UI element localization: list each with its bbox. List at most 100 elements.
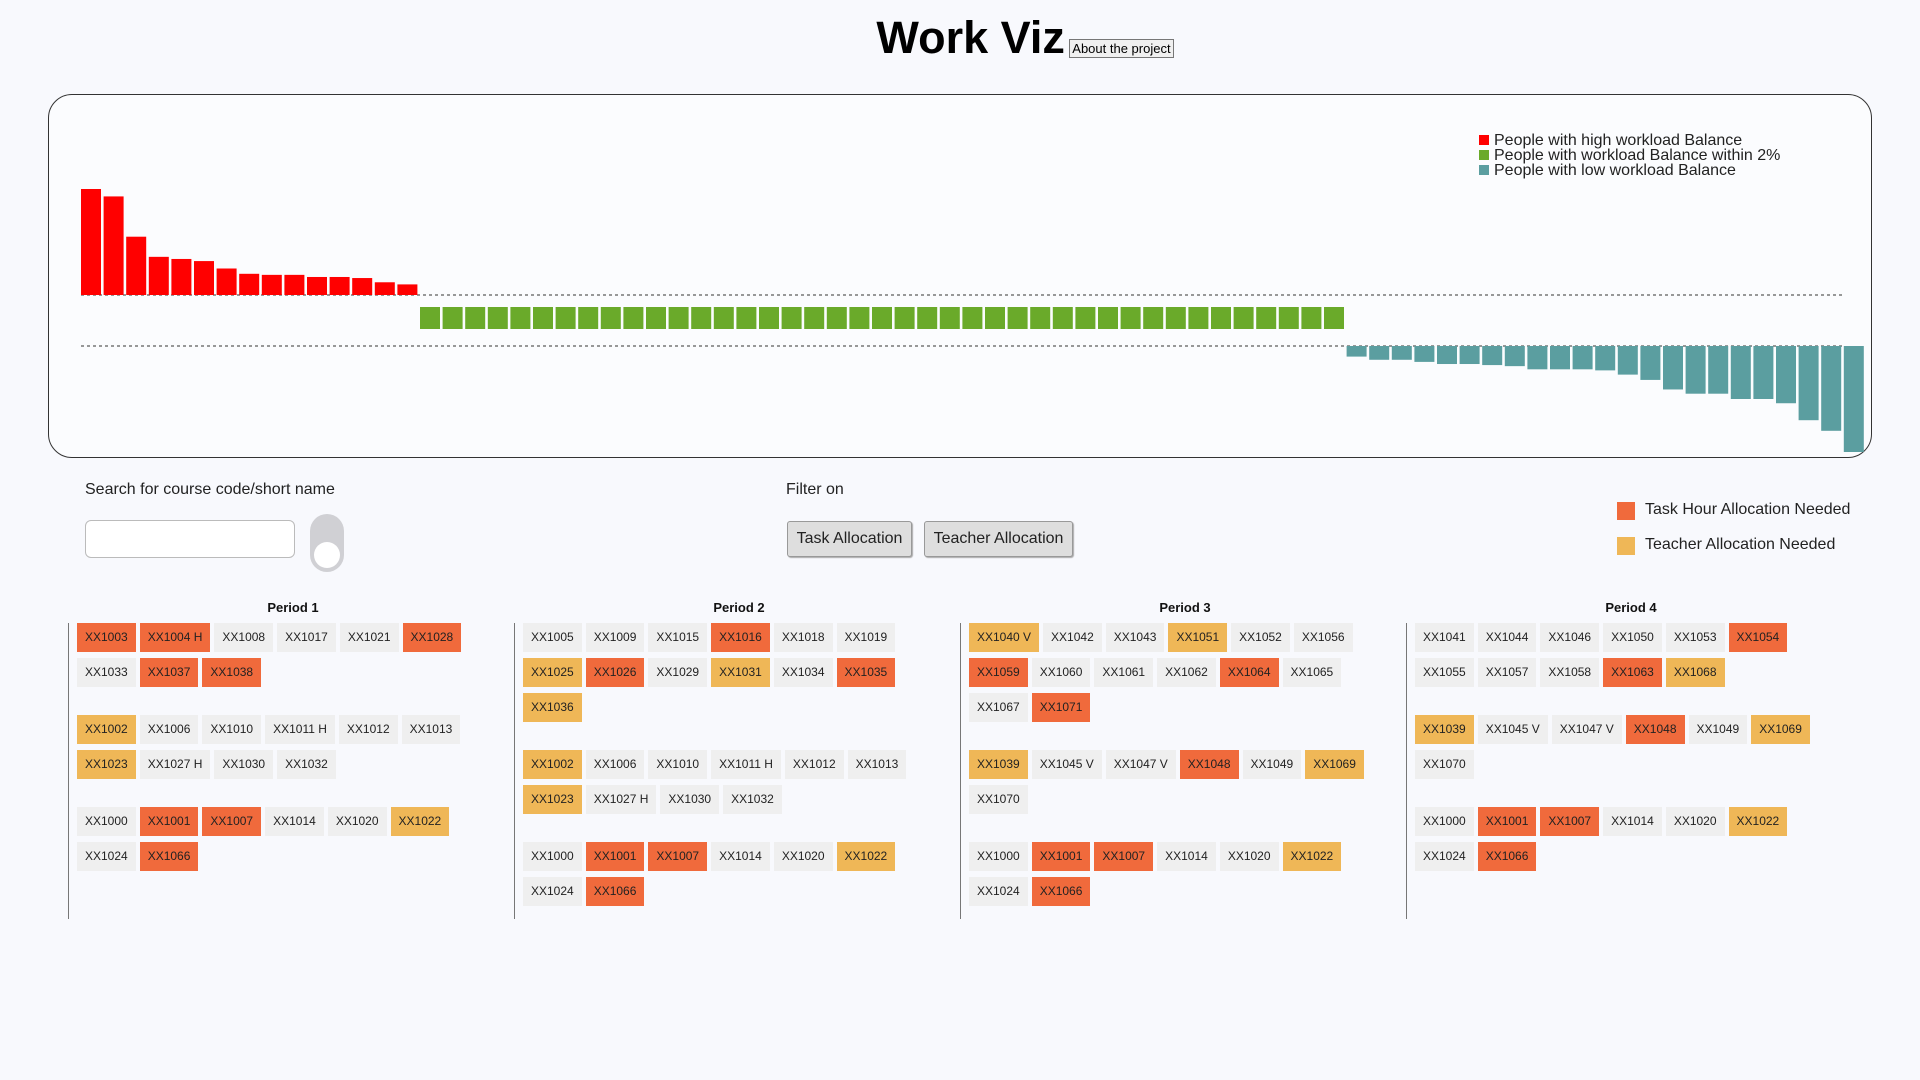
course-chip[interactable]: XX1005 xyxy=(523,623,582,652)
course-chip[interactable]: XX1023 xyxy=(77,750,136,779)
course-chip[interactable]: XX1001 xyxy=(139,807,199,836)
course-chip[interactable]: XX1027 H xyxy=(585,785,657,814)
course-chip[interactable]: XX1023 xyxy=(523,785,582,814)
course-chip[interactable]: XX1000 xyxy=(523,842,582,871)
course-chip[interactable]: XX1071 xyxy=(1031,693,1091,722)
course-chip[interactable]: XX1069 xyxy=(1305,750,1364,779)
course-chip[interactable]: XX1014 xyxy=(711,842,770,871)
course-chip[interactable]: XX1006 xyxy=(139,715,199,744)
course-chip[interactable]: XX1014 xyxy=(265,807,324,836)
course-chip[interactable]: XX1053 xyxy=(1665,623,1725,652)
teacher-allocation-button[interactable]: Teacher Allocation xyxy=(924,521,1073,557)
course-chip[interactable]: XX1032 xyxy=(277,750,336,779)
course-chip[interactable]: XX1050 xyxy=(1603,623,1662,652)
course-chip[interactable]: XX1049 xyxy=(1688,715,1748,744)
course-chip[interactable]: XX1032 xyxy=(723,785,782,814)
course-chip[interactable]: XX1001 xyxy=(1031,842,1091,871)
course-chip[interactable]: XX1070 xyxy=(1415,750,1474,779)
course-chip[interactable]: XX1024 xyxy=(77,842,136,871)
course-chip[interactable]: XX1008 xyxy=(214,623,274,652)
course-chip[interactable]: XX1041 xyxy=(1415,623,1474,652)
course-chip[interactable]: XX1034 xyxy=(773,658,833,687)
course-chip[interactable]: XX1020 xyxy=(1665,807,1725,836)
course-chip[interactable]: XX1000 xyxy=(969,842,1028,871)
course-chip[interactable]: XX1067 xyxy=(969,693,1028,722)
about-project-button[interactable]: About the project xyxy=(1069,39,1174,58)
course-chip[interactable]: XX1027 H xyxy=(139,750,211,779)
course-chip[interactable]: XX1022 xyxy=(836,842,896,871)
course-chip[interactable]: XX1029 xyxy=(648,658,708,687)
course-chip[interactable]: XX1051 xyxy=(1168,623,1228,652)
course-chip[interactable]: XX1022 xyxy=(1282,842,1342,871)
course-chip[interactable]: XX1044 xyxy=(1477,623,1537,652)
course-chip[interactable]: XX1066 xyxy=(139,842,199,871)
course-chip[interactable]: XX1000 xyxy=(77,807,136,836)
course-chip[interactable]: XX1000 xyxy=(1415,807,1474,836)
course-chip[interactable]: XX1009 xyxy=(585,623,645,652)
course-chip[interactable]: XX1007 xyxy=(202,807,262,836)
course-chip[interactable]: XX1049 xyxy=(1242,750,1302,779)
course-chip[interactable]: XX1054 xyxy=(1728,623,1788,652)
course-chip[interactable]: XX1059 xyxy=(969,658,1028,687)
course-chip[interactable]: XX1025 xyxy=(523,658,582,687)
course-chip[interactable]: XX1062 xyxy=(1157,658,1216,687)
course-chip[interactable]: XX1065 xyxy=(1282,658,1342,687)
course-chip[interactable]: XX1031 xyxy=(711,658,770,687)
course-chip[interactable]: XX1039 xyxy=(1415,715,1474,744)
course-chip[interactable]: XX1024 xyxy=(523,877,582,906)
course-chip[interactable]: XX1066 xyxy=(1477,842,1537,871)
course-chip[interactable]: XX1048 xyxy=(1179,750,1239,779)
search-input[interactable] xyxy=(85,520,295,558)
course-chip[interactable]: XX1055 xyxy=(1415,658,1474,687)
course-chip[interactable]: XX1007 xyxy=(648,842,708,871)
course-chip[interactable]: XX1060 xyxy=(1031,658,1091,687)
course-chip[interactable]: XX1014 xyxy=(1157,842,1216,871)
course-chip[interactable]: XX1035 xyxy=(836,658,896,687)
course-chip[interactable]: XX1007 xyxy=(1094,842,1154,871)
course-chip[interactable]: XX1026 xyxy=(585,658,645,687)
course-chip[interactable]: XX1046 xyxy=(1540,623,1600,652)
course-chip[interactable]: XX1013 xyxy=(401,715,461,744)
course-chip[interactable]: XX1061 xyxy=(1094,658,1154,687)
course-chip[interactable]: XX1013 xyxy=(847,750,907,779)
course-chip[interactable]: XX1001 xyxy=(1477,807,1537,836)
course-chip[interactable]: XX1007 xyxy=(1540,807,1600,836)
course-chip[interactable]: XX1002 xyxy=(77,715,136,744)
course-chip[interactable]: XX1018 xyxy=(773,623,833,652)
task-allocation-button[interactable]: Task Allocation xyxy=(787,521,912,557)
course-chip[interactable]: XX1039 xyxy=(969,750,1028,779)
course-chip[interactable]: XX1020 xyxy=(327,807,387,836)
course-chip[interactable]: XX1042 xyxy=(1043,623,1102,652)
course-chip[interactable]: XX1001 xyxy=(585,842,645,871)
course-chip[interactable]: XX1066 xyxy=(585,877,645,906)
course-chip[interactable]: XX1021 xyxy=(339,623,399,652)
course-chip[interactable]: XX1064 xyxy=(1219,658,1279,687)
course-chip[interactable]: XX1040 V xyxy=(969,623,1040,652)
course-chip[interactable]: XX1070 xyxy=(969,785,1028,814)
course-chip[interactable]: XX1036 xyxy=(523,693,582,722)
course-chip[interactable]: XX1038 xyxy=(202,658,262,687)
course-chip[interactable]: XX1002 xyxy=(523,750,582,779)
course-chip[interactable]: XX1024 xyxy=(969,877,1028,906)
course-chip[interactable]: XX1045 V xyxy=(1031,750,1102,779)
course-chip[interactable]: XX1024 xyxy=(1415,842,1474,871)
course-chip[interactable]: XX1022 xyxy=(1728,807,1788,836)
course-chip[interactable]: XX1052 xyxy=(1231,623,1290,652)
course-chip[interactable]: XX1003 xyxy=(77,623,136,652)
course-chip[interactable]: XX1063 xyxy=(1603,658,1662,687)
course-chip[interactable]: XX1020 xyxy=(773,842,833,871)
course-chip[interactable]: XX1019 xyxy=(836,623,896,652)
course-chip[interactable]: XX1048 xyxy=(1625,715,1685,744)
course-chip[interactable]: XX1015 xyxy=(648,623,708,652)
course-chip[interactable]: XX1037 xyxy=(139,658,199,687)
course-chip[interactable]: XX1011 H xyxy=(265,715,335,744)
course-chip[interactable]: XX1030 xyxy=(660,785,720,814)
course-chip[interactable]: XX1043 xyxy=(1105,623,1165,652)
course-chip[interactable]: XX1058 xyxy=(1540,658,1600,687)
course-chip[interactable]: XX1030 xyxy=(214,750,274,779)
course-chip[interactable]: XX1017 xyxy=(277,623,336,652)
course-chip[interactable]: XX1028 xyxy=(402,623,462,652)
course-chip[interactable]: XX1010 xyxy=(648,750,708,779)
course-chip[interactable]: XX1047 V xyxy=(1551,715,1622,744)
course-chip[interactable]: XX1014 xyxy=(1603,807,1662,836)
